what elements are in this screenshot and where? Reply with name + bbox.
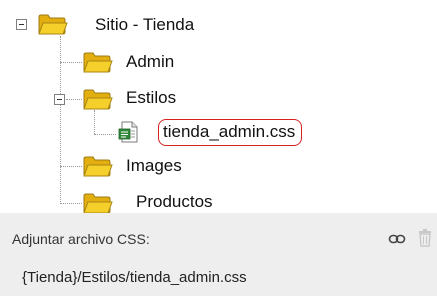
attached-css-path: {Tienda}/Estilos/tienda_admin.css — [22, 269, 247, 286]
attach-css-panel: Adjuntar archivo CSS: {Tienda}/Estilos/t… — [0, 213, 437, 296]
folder-open-icon[interactable] — [38, 13, 68, 35]
tree-item-sitio-tienda[interactable]: Sitio - Tienda — [95, 15, 194, 35]
tree-item-tienda-admin-css[interactable]: tienda_admin.css — [158, 119, 303, 146]
folder-icon[interactable] — [83, 192, 113, 214]
folder-open-icon[interactable] — [83, 88, 113, 110]
tree-item-estilos[interactable]: Estilos — [126, 88, 176, 108]
tree-item-images[interactable]: Images — [126, 156, 182, 176]
tree-guide-line — [94, 110, 95, 134]
collapse-toggle-estilos[interactable] — [54, 94, 65, 105]
tree-item-productos[interactable]: Productos — [136, 192, 213, 212]
link-icon[interactable] — [388, 232, 406, 246]
tree-guide-line — [60, 62, 82, 63]
trash-icon[interactable] — [418, 229, 432, 247]
tree-item-admin[interactable]: Admin — [126, 52, 174, 72]
attach-css-label: Adjuntar archivo CSS: — [12, 231, 150, 247]
tree-guide-line — [66, 99, 82, 100]
tree-guide-line — [60, 203, 82, 204]
folder-icon[interactable] — [83, 155, 113, 177]
css-file-icon[interactable] — [118, 121, 140, 143]
tree-guide-line — [94, 134, 116, 135]
tree-guide-line — [60, 166, 82, 167]
folder-icon[interactable] — [83, 51, 113, 73]
site-tree: Sitio - Tienda Admin Estilos tienda_admi… — [0, 0, 437, 214]
collapse-toggle-root[interactable] — [16, 19, 27, 30]
